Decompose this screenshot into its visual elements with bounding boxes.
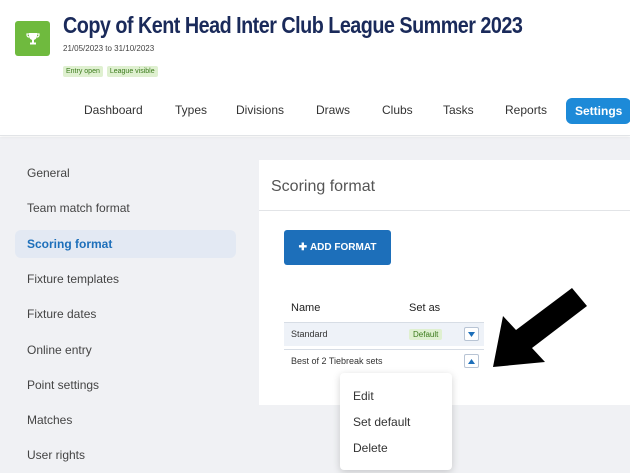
table-row[interactable]: Best of 2 Tiebreak sets — [284, 349, 484, 373]
panel-divider — [259, 210, 630, 211]
trophy-icon — [15, 21, 50, 56]
chevron-up-icon — [468, 358, 475, 364]
menu-item-delete[interactable]: Delete — [353, 441, 388, 455]
chevron-down-icon — [468, 331, 475, 337]
menu-item-edit[interactable]: Edit — [353, 389, 374, 403]
sidebar-item-point-settings[interactable]: Point settings — [27, 378, 99, 392]
plus-icon: ✚ — [298, 242, 307, 253]
tab-clubs[interactable]: Clubs — [382, 103, 413, 117]
add-format-label: ADD FORMAT — [309, 242, 377, 253]
league-dates: 21/05/2023 to 31/10/2023 — [63, 44, 155, 53]
row-actions-menu: Edit Set default Delete — [340, 373, 452, 470]
add-format-button[interactable]: ✚ ADD FORMAT — [284, 230, 391, 265]
status-badge-visibility: League visible — [106, 66, 158, 77]
format-name: Best of 2 Tiebreak sets — [291, 356, 383, 366]
sidebar-item-fixture-templates[interactable]: Fixture templates — [27, 272, 119, 286]
page-header: Copy of Kent Head Inter Club League Summ… — [0, 0, 630, 136]
format-name: Standard — [291, 329, 328, 339]
tab-draws[interactable]: Draws — [316, 103, 350, 117]
panel-title: Scoring format — [271, 178, 376, 195]
default-badge: Default — [409, 329, 443, 340]
status-badge-entry: Entry open — [63, 66, 103, 77]
sidebar-item-team-match-format[interactable]: Team match format — [27, 201, 130, 215]
tab-dashboard[interactable]: Dashboard — [84, 103, 143, 117]
annotation-arrow-icon — [493, 288, 587, 367]
tab-settings[interactable]: Settings — [566, 98, 630, 124]
column-header-name: Name — [291, 302, 321, 314]
row-actions-dropdown-button[interactable] — [464, 354, 479, 368]
sidebar-item-matches[interactable]: Matches — [27, 413, 72, 427]
menu-item-set-default[interactable]: Set default — [353, 415, 410, 429]
main-navigation: Dashboard Types Divisions Draws Clubs Ta… — [0, 97, 630, 127]
page-title: Copy of Kent Head Inter Club League Summ… — [63, 12, 523, 38]
table-row[interactable]: Standard Default — [284, 322, 484, 346]
tab-reports[interactable]: Reports — [505, 103, 547, 117]
row-actions-dropdown-button[interactable] — [464, 327, 479, 341]
tab-divisions[interactable]: Divisions — [236, 103, 284, 117]
tab-tasks[interactable]: Tasks — [443, 103, 474, 117]
column-header-set-as: Set as — [409, 302, 441, 314]
sidebar-item-online-entry[interactable]: Online entry — [27, 343, 92, 357]
sidebar-item-user-rights[interactable]: User rights — [27, 448, 85, 462]
sidebar-item-general[interactable]: General — [27, 166, 70, 180]
status-badges: Entry open League visible — [63, 66, 158, 77]
sidebar-item-scoring-format[interactable]: Scoring format — [27, 237, 112, 251]
tab-types[interactable]: Types — [175, 103, 207, 117]
sidebar-item-fixture-dates[interactable]: Fixture dates — [27, 307, 96, 321]
